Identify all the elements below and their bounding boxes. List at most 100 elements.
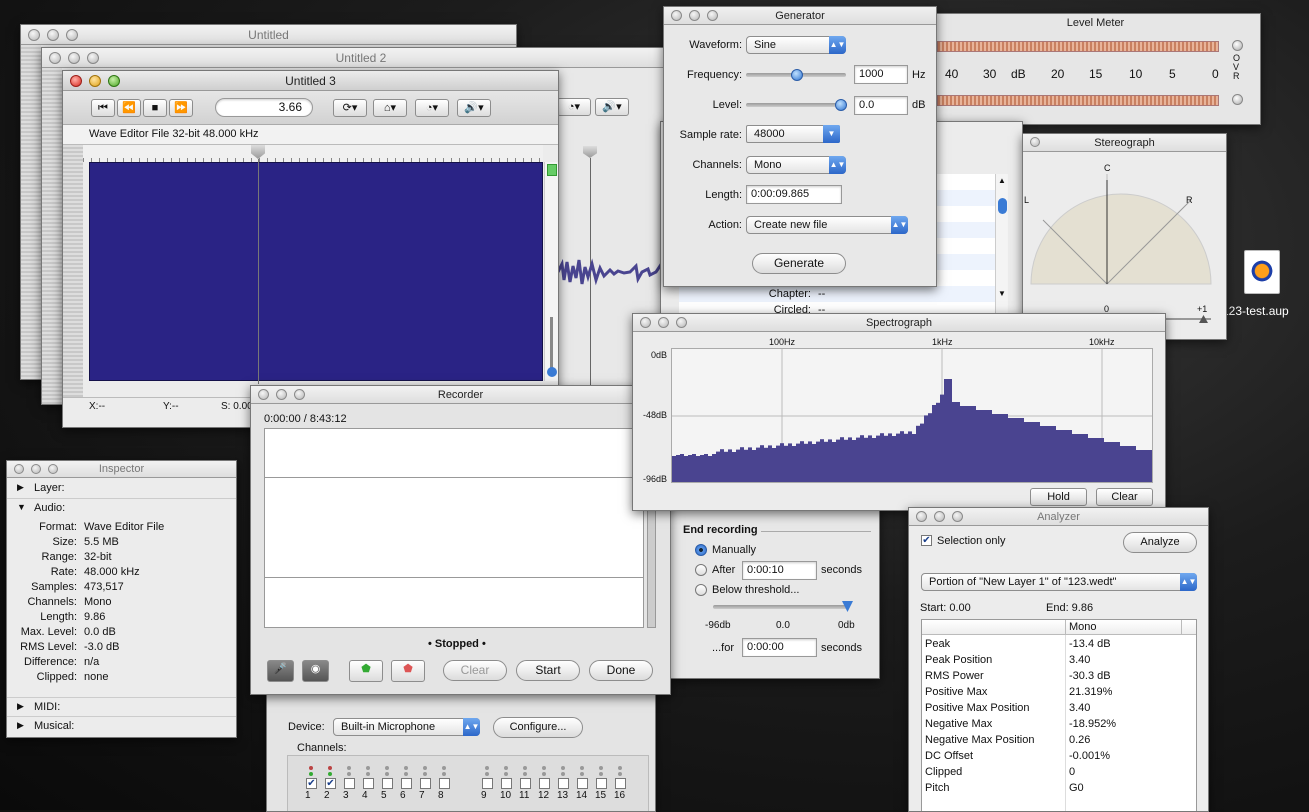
channel-checkbox[interactable] [382, 778, 393, 789]
scroll-thumb[interactable] [998, 198, 1007, 214]
channel-checkbox[interactable] [520, 778, 531, 789]
start-button[interactable]: Start [516, 660, 580, 681]
zoom-icon[interactable] [108, 75, 120, 87]
hold-button[interactable]: Hold [1030, 488, 1087, 506]
title-bar[interactable]: Untitled 3 [63, 71, 558, 91]
channel-checkbox[interactable] [439, 778, 450, 789]
window-controls[interactable] [49, 52, 99, 64]
frequency-knob[interactable] [791, 69, 803, 81]
marker-button[interactable]: ⌂▾ [373, 99, 407, 117]
scroll-thumb[interactable] [550, 317, 553, 372]
scroll-up-icon[interactable]: ▲ [998, 176, 1006, 185]
desktop-file-icon[interactable] [1244, 250, 1280, 294]
fast-forward-button[interactable]: ⏩ [169, 99, 193, 117]
title-bar[interactable]: Inspector [7, 461, 236, 478]
volume-button[interactable]: 🔊▾ [457, 99, 491, 117]
monitor-button[interactable]: ◉ [302, 660, 329, 682]
after-field[interactable]: 0:00:10 [742, 561, 817, 580]
analyze-button[interactable]: Analyze [1123, 532, 1197, 553]
window-controls[interactable] [70, 75, 120, 87]
section-midi[interactable]: ▶ MIDI: [7, 697, 236, 717]
length-field[interactable]: 0:00:09.865 [746, 185, 842, 204]
level-slider[interactable] [746, 103, 846, 107]
clip-indicator-bottom[interactable] [1232, 94, 1243, 105]
clip-indicator-top[interactable] [1232, 40, 1243, 51]
action-popup[interactable]: Create new file ▲▼ [746, 216, 908, 234]
channel-checkbox[interactable]: ✔ [306, 778, 317, 789]
scroll-down-icon[interactable]: ▼ [998, 289, 1006, 298]
waveform-area[interactable] [89, 162, 543, 381]
loop-button[interactable]: ⟳▾ [333, 99, 367, 117]
marker-red-button[interactable]: ⬟ [391, 660, 425, 682]
threshold-slider[interactable] [713, 605, 849, 609]
disclosure-right-icon[interactable]: ▶ [17, 701, 24, 712]
level-marker[interactable] [547, 164, 557, 176]
waveform-popup[interactable]: Sine ▲▼ [746, 36, 846, 54]
title-bar[interactable]: Generator [664, 7, 936, 25]
scroll-knob[interactable] [547, 367, 557, 377]
below-threshold-radio[interactable] [695, 584, 707, 596]
title-bar[interactable]: Untitled 2 [42, 48, 680, 68]
minimize-icon[interactable] [89, 75, 101, 87]
channels-popup[interactable]: Mono ▲▼ [746, 156, 846, 174]
device-popup[interactable]: Built-in Microphone ▲▼ [333, 718, 480, 736]
configure-button[interactable]: Configure... [493, 717, 583, 738]
manually-radio[interactable] [695, 544, 707, 556]
channel-checkbox[interactable] [363, 778, 374, 789]
window-controls[interactable] [671, 10, 718, 21]
after-radio[interactable] [695, 564, 707, 576]
level-knob[interactable] [835, 99, 847, 111]
stop-button[interactable]: ■ [143, 99, 167, 117]
window-controls[interactable] [916, 511, 963, 522]
close-icon[interactable] [70, 75, 82, 87]
clear-button[interactable]: Clear [443, 660, 507, 681]
window-controls[interactable] [14, 464, 58, 474]
disclosure-right-icon[interactable]: ▶ [17, 482, 24, 493]
channel-checkbox[interactable] [596, 778, 607, 789]
channel-checkbox[interactable] [344, 778, 355, 789]
channel-checkbox[interactable] [501, 778, 512, 789]
disclosure-down-icon[interactable]: ▼ [17, 502, 26, 512]
channel-checkbox[interactable] [420, 778, 431, 789]
rewind-to-start-button[interactable]: ⏮ [91, 99, 115, 117]
selection-only-checkbox[interactable]: ✔ [921, 535, 932, 546]
for-field[interactable]: 0:00:00 [742, 638, 817, 657]
title-bar[interactable]: Recorder [251, 386, 670, 404]
marker-green-button[interactable]: ⬟ [349, 660, 383, 682]
portion-popup[interactable]: Portion of "New Layer 1" of "123.wedt" ▲▼ [921, 573, 1197, 591]
channel-checkbox[interactable] [482, 778, 493, 789]
tool-button[interactable]: ◔▾ [557, 98, 591, 116]
generate-button[interactable]: Generate [752, 253, 846, 274]
channel-checkbox[interactable] [539, 778, 550, 789]
section-layer[interactable]: ▶ Layer: [7, 479, 236, 499]
tool-button[interactable]: ◔▾ [415, 99, 449, 117]
time-display[interactable]: 3.66 [215, 98, 313, 117]
timeline-marker-icon[interactable] [583, 146, 597, 158]
disclosure-right-icon[interactable]: ▶ [17, 720, 24, 731]
done-button[interactable]: Done [589, 660, 653, 681]
window-controls[interactable] [1030, 137, 1040, 147]
channel-checkbox[interactable]: ✔ [325, 778, 336, 789]
clear-button[interactable]: Clear [1096, 488, 1153, 506]
vertical-scrollbar[interactable] [544, 162, 558, 381]
title-bar[interactable]: Untitled [21, 25, 516, 45]
title-bar[interactable]: Analyzer [909, 508, 1208, 526]
channel-checkbox[interactable] [401, 778, 412, 789]
rewind-button[interactable]: ⏪ [117, 99, 141, 117]
channel-checkbox[interactable] [615, 778, 626, 789]
title-bar[interactable]: Stereograph [1023, 134, 1226, 152]
channel-checkbox[interactable] [558, 778, 569, 789]
list-scrollbar[interactable]: ▲ ▼ [995, 174, 1008, 319]
section-musical[interactable]: ▶ Musical: [7, 717, 236, 737]
sample-rate-combo[interactable]: 48000 ▼ [746, 125, 840, 143]
window-controls[interactable] [258, 389, 305, 400]
section-audio[interactable]: ▼ Audio: [7, 499, 236, 519]
frequency-field[interactable]: 1000 [854, 65, 908, 84]
channel-checkbox[interactable] [577, 778, 588, 789]
desktop-file-label[interactable]: 123-test.aup [1222, 304, 1289, 318]
title-bar[interactable]: Level Meter [931, 14, 1260, 33]
microphone-button[interactable]: 🎤 [267, 660, 294, 682]
title-bar[interactable]: Spectrograph [633, 314, 1165, 332]
window-controls[interactable] [28, 29, 78, 41]
window-controls[interactable] [640, 317, 687, 328]
